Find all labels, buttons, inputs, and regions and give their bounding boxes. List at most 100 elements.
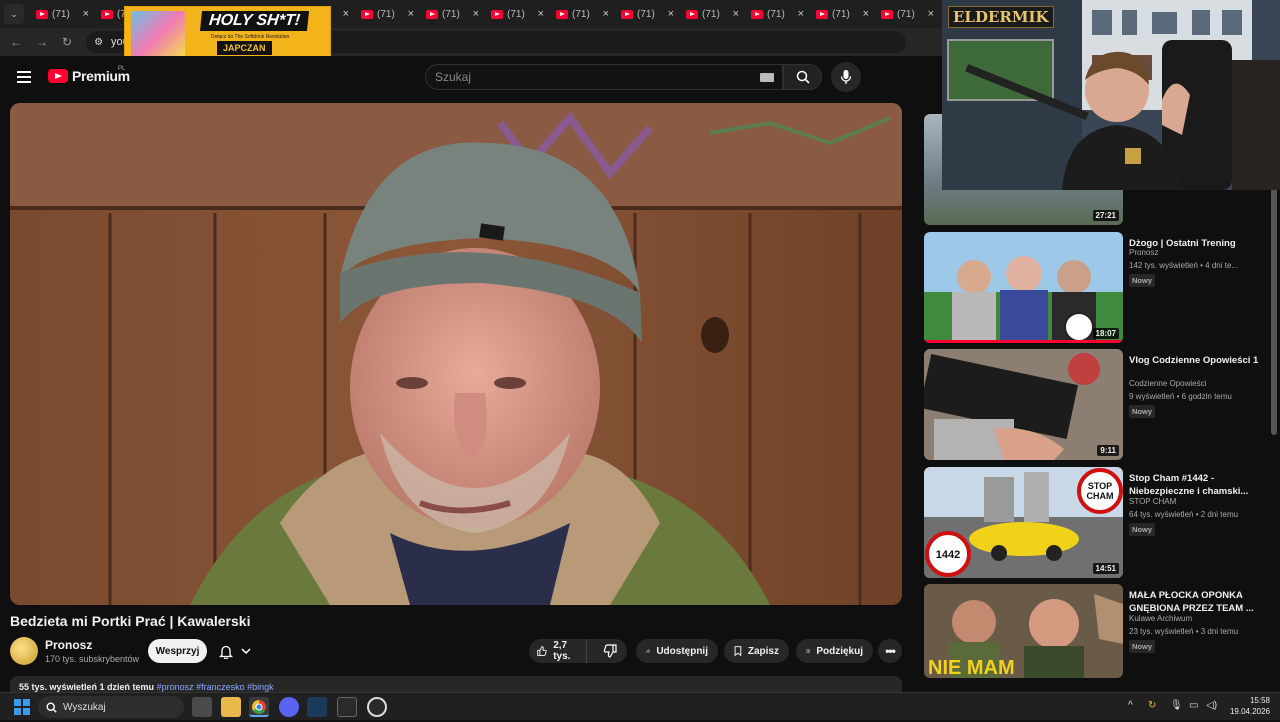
new-badge: Nowy [1129, 405, 1156, 418]
ad-subtitle: Dołącz do The Softdrink Revolution [211, 34, 290, 40]
like-count: 2,7 tys. [553, 640, 571, 662]
browser-tab[interactable]: (71) × [485, 0, 550, 28]
close-tab-icon[interactable]: × [538, 8, 544, 20]
tab-label: (71) [507, 8, 525, 20]
region-code: PL [118, 66, 126, 72]
rec-item[interactable]: 9:11 Vlog Codzienne Opowieści 1 Codzienn… [924, 349, 1270, 461]
rec-channel[interactable]: Codzienne Opowieści [1129, 379, 1206, 388]
thanks-button[interactable]: Podziękuj [796, 639, 873, 663]
close-tab-icon[interactable]: × [668, 8, 674, 20]
rec-item[interactable]: 18:07 Dżogo | Ostatni Trening Pronosz 14… [924, 232, 1270, 344]
save-button[interactable]: Zapisz [724, 639, 789, 663]
watch-progress [924, 340, 1123, 343]
youtube-favicon-icon [36, 9, 48, 19]
back-icon[interactable]: ← [10, 35, 22, 49]
rec-thumbnail[interactable]: 9:11 [924, 349, 1123, 460]
close-tab-icon[interactable]: × [343, 8, 349, 20]
rec-thumbnail[interactable]: 18:07 [924, 232, 1123, 343]
rec-thumbnail[interactable]: STOP CHAM 1442 14:51 [924, 467, 1123, 578]
reload-icon[interactable]: ↻ [62, 35, 72, 49]
view-stats: 55 tys. wyświetleń 1 dzień temu [19, 682, 155, 692]
ad-title: HOLY SH*T! [199, 11, 310, 31]
keyboard-icon[interactable] [760, 73, 774, 82]
youtube-header: Premium PL Szukaj [0, 56, 942, 100]
share-button[interactable]: Udostępnij [636, 639, 718, 663]
browser-tab[interactable]: (71) × [420, 0, 485, 28]
site-info-icon[interactable]: ⚙ [94, 37, 103, 48]
windows-taskbar: Wyszukaj ^ ↻ 🎙 ▭ ◁) 15:58 19.04.2026 [0, 692, 1280, 720]
rec-channel[interactable]: STOP CHAM [1129, 497, 1176, 506]
notification-button[interactable] [211, 639, 261, 663]
thumbnail-image [924, 232, 1123, 343]
browser-tab[interactable]: (71) × [680, 0, 745, 28]
close-tab-icon[interactable]: × [798, 8, 804, 20]
rec-title[interactable]: MAŁA PŁOCKA OPONKA GNĘBIONA PRZEZ TEAM .… [1129, 589, 1259, 615]
rec-item[interactable]: STOP CHAM 1442 14:51 Stop Cham #1442 - N… [924, 467, 1270, 579]
browser-tab[interactable]: (71) × [550, 0, 615, 28]
browser-tab[interactable]: (71) × [355, 0, 420, 28]
subscriber-count: 170 tys. subskrybentów [45, 654, 140, 664]
browser-tab[interactable]: (71) × [615, 0, 680, 28]
xbox-icon[interactable] [337, 697, 357, 717]
volume-icon[interactable]: ◁) [1206, 700, 1217, 711]
discord-icon[interactable] [279, 697, 299, 717]
new-badge: Nowy [1129, 274, 1156, 287]
rec-meta: 9 wyświetleń • 6 godzin temu [1129, 392, 1232, 401]
dislike-button[interactable] [593, 644, 627, 658]
close-tab-icon[interactable]: × [408, 8, 414, 20]
windows-start-icon[interactable] [14, 699, 30, 715]
rec-channel[interactable]: Kulawe Archiwum [1129, 614, 1192, 623]
cham-text: CHAM [1087, 491, 1114, 501]
search-input[interactable]: Szukaj [425, 64, 783, 90]
close-tab-icon[interactable]: × [603, 8, 609, 20]
steam-icon[interactable] [307, 697, 327, 717]
browser-tab[interactable]: (71) × [745, 0, 810, 28]
taskbar-search[interactable]: Wyszukaj [38, 696, 184, 718]
youtube-favicon-icon [751, 9, 763, 19]
voice-search-button[interactable] [831, 62, 861, 92]
browser-tab[interactable]: (71) × [30, 0, 95, 28]
search-button[interactable] [783, 64, 822, 90]
like-button[interactable]: 2,7 tys. [529, 639, 587, 663]
video-player[interactable] [10, 103, 902, 605]
close-tab-icon[interactable]: × [83, 8, 89, 20]
thanks-icon [806, 648, 811, 654]
ad-brand: JAPCZAN [217, 41, 272, 55]
tab-label: (71) [572, 8, 590, 20]
channel-avatar[interactable] [10, 637, 38, 665]
system-clock[interactable]: 15:58 19.04.2026 [1226, 695, 1270, 717]
close-tab-icon[interactable]: × [863, 8, 869, 20]
channel-name[interactable]: Pronosz [45, 638, 92, 652]
rec-title[interactable]: Vlog Codzienne Opowieści 1 [1129, 354, 1259, 367]
chrome-icon[interactable] [249, 697, 269, 717]
rec-title[interactable]: Stop Cham #1442 - Niebezpieczne i chamsk… [1129, 472, 1259, 498]
save-label: Zapisz [747, 645, 779, 657]
close-tab-icon[interactable]: × [473, 8, 479, 20]
rec-thumbnail[interactable]: NIE MAM [924, 584, 1123, 678]
chevron-up-icon[interactable]: ^ [1128, 700, 1133, 711]
file-explorer-icon[interactable] [221, 697, 241, 717]
support-button[interactable]: Wesprzyj [148, 639, 207, 663]
browser-tab[interactable]: (71) × [875, 0, 940, 28]
obs-icon[interactable] [367, 697, 387, 717]
network-icon[interactable]: ▭ [1189, 700, 1198, 711]
forward-icon[interactable]: → [36, 35, 48, 49]
sync-icon[interactable]: ↻ [1148, 700, 1156, 711]
task-view-icon[interactable] [192, 697, 212, 717]
menu-icon[interactable] [17, 71, 31, 83]
sponsor-ad-overlay: HOLY SH*T! Dołącz do The Softdrink Revol… [124, 6, 331, 63]
tab-label: (71) [832, 8, 850, 20]
thumbnail-image: STOP CHAM 1442 [924, 467, 1123, 578]
hashtags[interactable]: #pronosz #franczesko #bingk [157, 682, 274, 692]
tab-search-button[interactable]: ⌄ [4, 4, 24, 24]
rec-channel[interactable]: Pronosz [1129, 248, 1158, 257]
close-tab-icon[interactable]: × [733, 8, 739, 20]
more-actions-button[interactable]: ••• [878, 639, 902, 663]
thanks-label: Podziękuj [816, 645, 863, 657]
microphone-tray-icon[interactable]: 🎙 [1170, 700, 1183, 711]
new-badge: Nowy [1129, 640, 1156, 653]
close-tab-icon[interactable]: × [928, 8, 934, 20]
browser-tab[interactable]: (71) × [810, 0, 875, 28]
rec-item[interactable]: NIE MAM MAŁA PŁOCKA OPONKA GNĘBIONA PRZE… [924, 584, 1270, 678]
duration-badge: 18:07 [1092, 328, 1119, 339]
